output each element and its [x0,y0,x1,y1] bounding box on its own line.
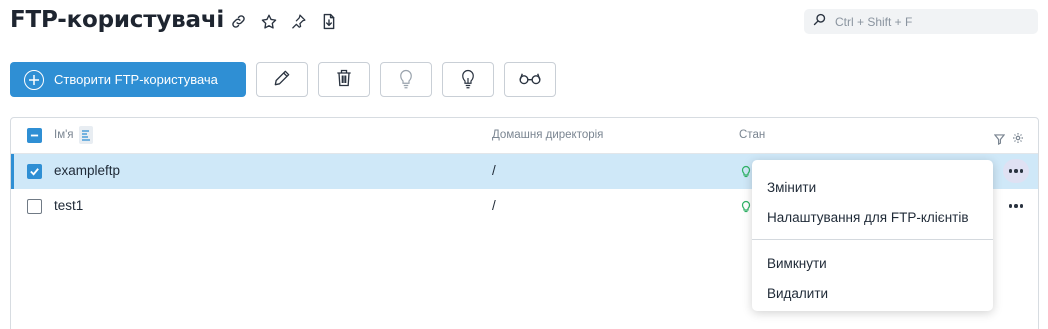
row-checkbox[interactable] [27,164,42,179]
row-home-dir: / [492,163,496,178]
column-header-status[interactable]: Стан [739,129,765,141]
settings-gear-icon[interactable] [1012,129,1024,148]
sort-icon[interactable] [79,126,93,148]
glasses-icon [518,70,542,90]
create-button-label: Створити FTP-користувача [54,72,218,87]
page-title: FTP-користувачі [10,7,225,33]
disable-button[interactable] [380,62,432,97]
dot-icon [1019,204,1024,208]
row-actions-button[interactable] [1003,159,1029,183]
menu-item-edit[interactable]: Змінити [752,172,993,202]
dot-icon [1019,169,1024,173]
column-header-name[interactable]: Ім'я [54,129,74,141]
dot-icon [1014,204,1018,208]
plus-circle-icon [24,69,44,90]
star-icon[interactable] [259,12,278,31]
table-header: Ім'я Домашня директорія Стан [11,118,1038,154]
bulb-off-icon [397,67,415,93]
search-box[interactable] [804,9,1038,34]
enable-button[interactable] [442,62,494,97]
toolbar: Створити FTP-користувача [10,62,556,97]
menu-divider [752,239,993,240]
bulb-on-icon [459,67,477,93]
menu-item-ftp-client-settings[interactable]: Налаштування для FTP-клієнтів [752,202,993,232]
menu-item-disable[interactable]: Вимкнути [752,248,993,278]
edit-icon [272,68,292,92]
status-enabled-icon [740,163,752,184]
title-actions [229,12,338,31]
delete-icon [334,67,354,93]
row-checkbox[interactable] [27,199,42,214]
dot-icon [1008,204,1013,208]
edit-button[interactable] [256,62,308,97]
link-icon[interactable] [229,12,248,31]
pin-icon[interactable] [289,12,308,31]
dot-icon [1008,169,1013,173]
column-header-home-dir[interactable]: Домашня директорія [492,129,603,141]
delete-button[interactable] [318,62,370,97]
dot-icon [1014,169,1018,173]
status-enabled-icon [740,198,752,219]
row-context-menu: Змінити Налаштування для FTP-клієнтів Ви… [752,160,993,311]
create-ftp-user-button[interactable]: Створити FTP-користувача [10,62,246,97]
download-file-icon[interactable] [319,12,338,31]
select-all-checkbox[interactable] [27,128,42,143]
menu-item-delete[interactable]: Видалити [752,278,993,308]
row-name: test1 [54,198,84,213]
search-icon [812,12,827,31]
row-home-dir: / [492,198,496,213]
filter-icon[interactable] [993,130,1006,149]
search-input[interactable] [835,14,1025,29]
view-button[interactable] [504,62,556,97]
row-actions-button[interactable] [1003,194,1029,218]
row-name: exampleftp [54,163,121,178]
